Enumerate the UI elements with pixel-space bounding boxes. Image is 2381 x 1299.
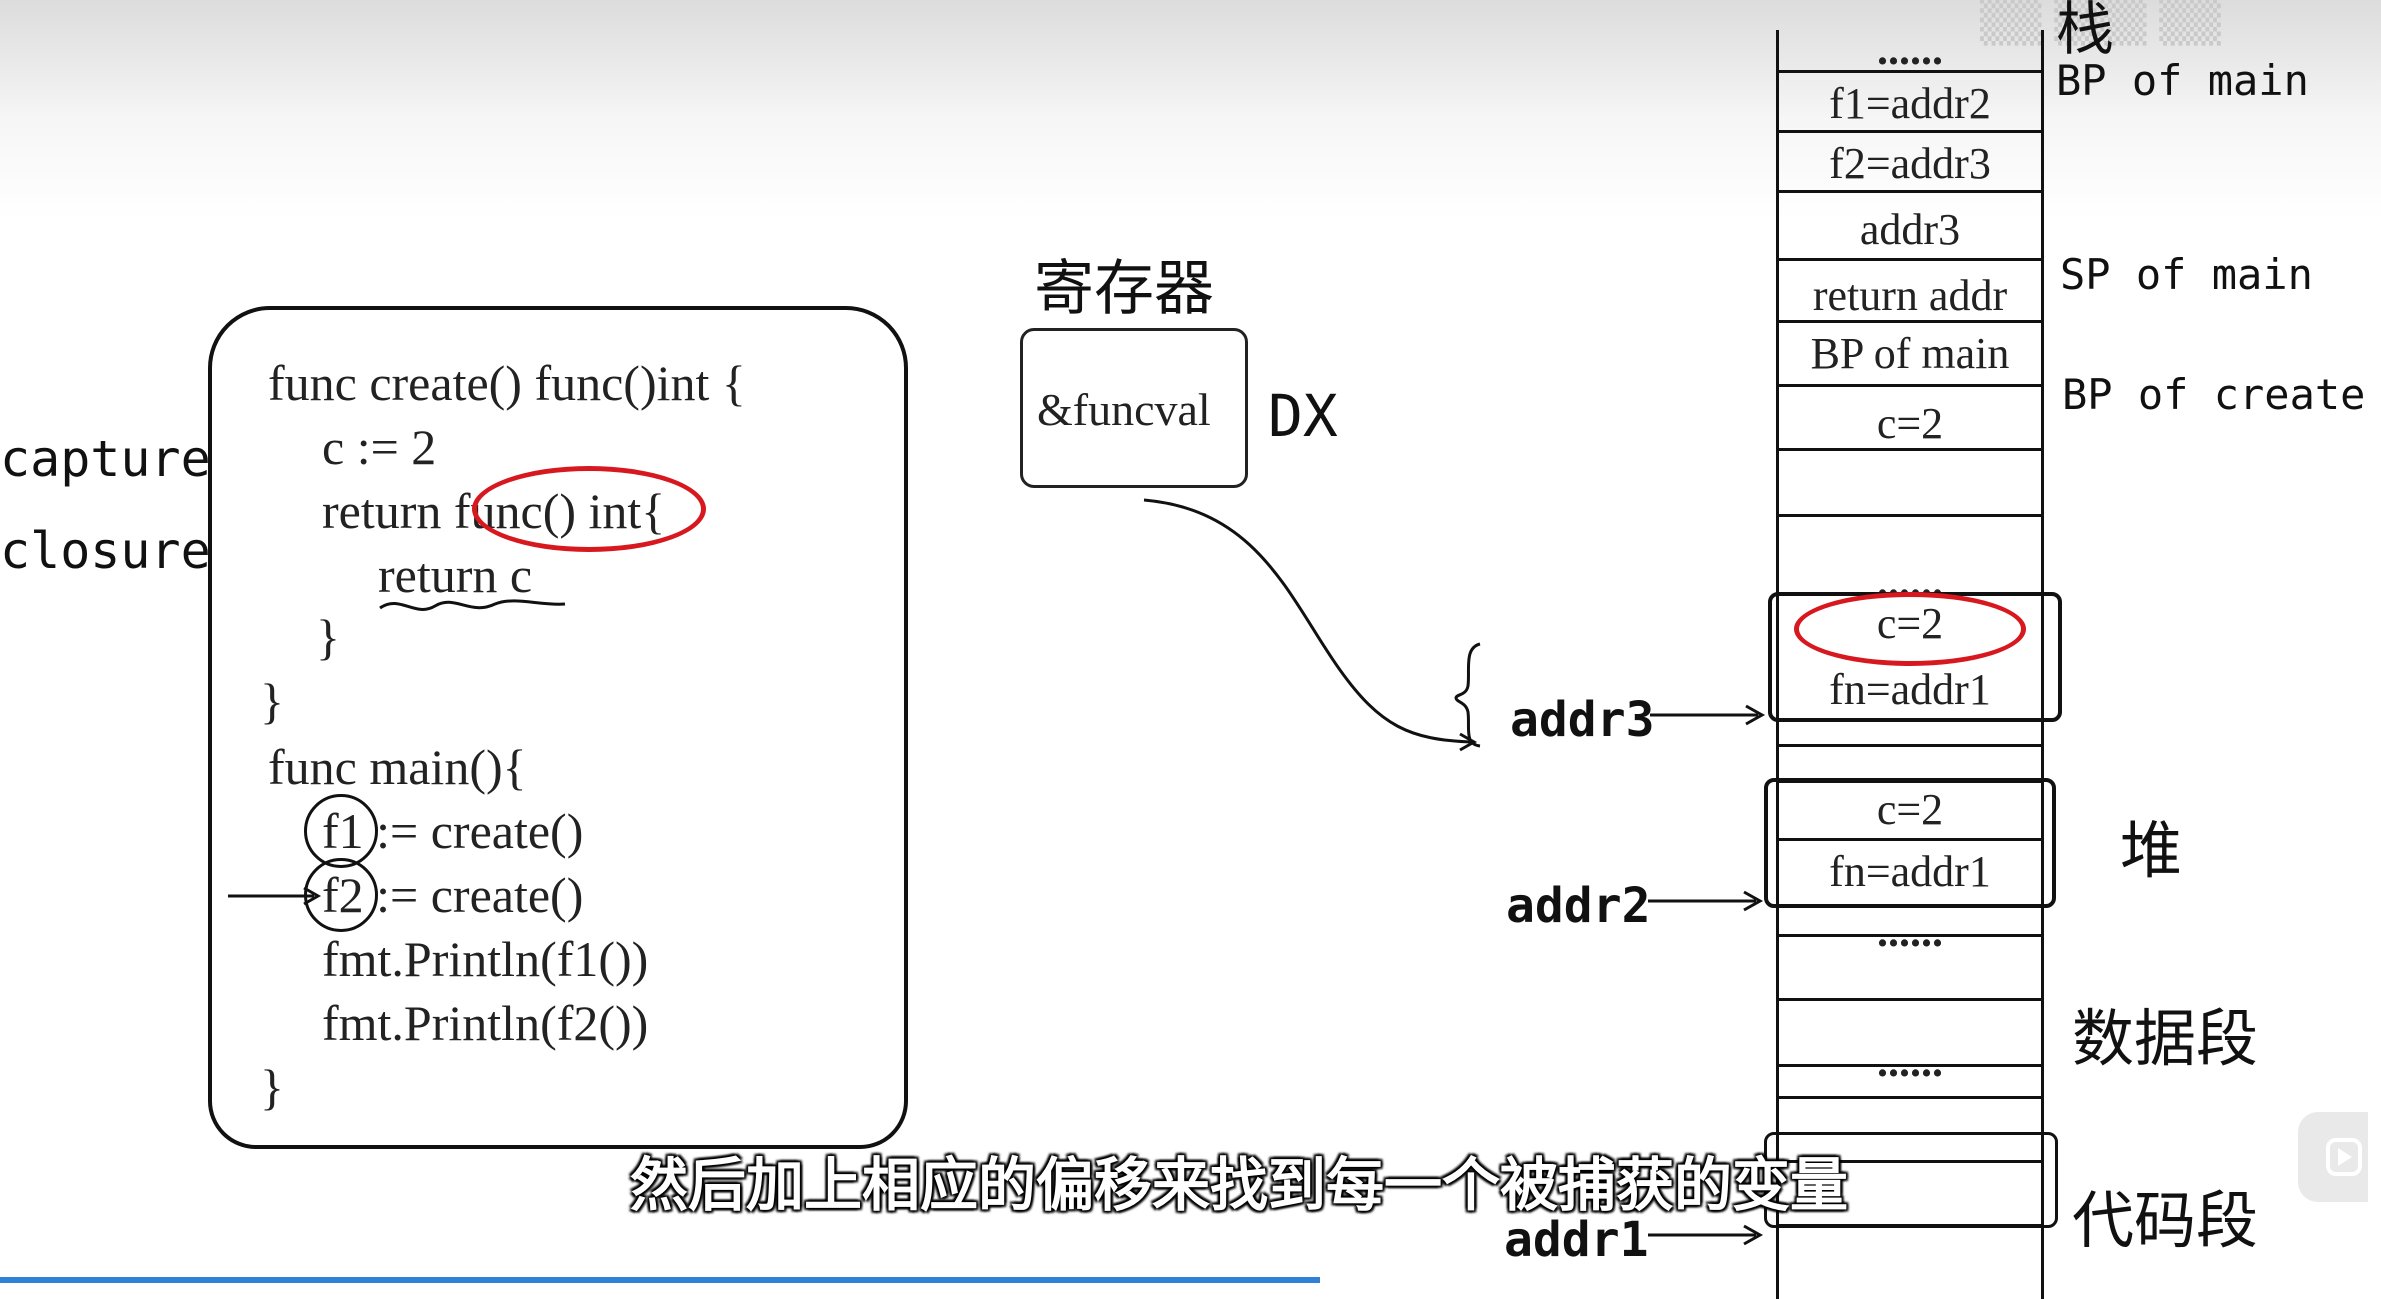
code-segment-label: 代码段	[2072, 1184, 2259, 1257]
stack-cell: f1=addr2	[1829, 79, 1991, 128]
code-line: c := 2	[322, 419, 437, 475]
code-line: }	[260, 673, 284, 729]
stack-cell: return addr	[1812, 271, 2008, 320]
f1-circle	[304, 794, 378, 868]
closure-label: closure	[0, 522, 211, 580]
register-pointer-curve	[1143, 498, 1478, 752]
play-button[interactable]	[2298, 1112, 2368, 1202]
data-segment-ellipsis: ......	[1877, 1037, 1943, 1086]
addr1-arrow	[1648, 1224, 1764, 1246]
code-line: fmt.Println(f1())	[322, 931, 649, 987]
stack-cell: f2=addr3	[1829, 139, 1991, 188]
bp-of-main-label: BP of main	[2056, 56, 2309, 105]
addr3-label: addr3	[1510, 692, 1655, 748]
addr2-label: addr2	[1506, 878, 1651, 934]
stack-cell: ......	[1877, 25, 1943, 74]
code-line: }	[260, 1059, 284, 1115]
register-title: 寄存器	[1034, 254, 1214, 324]
captured-var-highlight-ellipse	[1794, 592, 2026, 666]
curly-brace	[1454, 642, 1481, 748]
code-line: }	[316, 609, 340, 665]
data-segment-label: 数据段	[2072, 1002, 2259, 1075]
return-underline-squiggle	[379, 599, 566, 611]
subtitle-caption: 然后加上相应的偏移来找到每一个被捕获的变量	[630, 1151, 1849, 1219]
addr3-arrow	[1650, 704, 1766, 726]
f2-arrow	[228, 886, 322, 906]
bp-of-create-label: BP of create	[2062, 370, 2366, 419]
stack-cell: BP of main	[1810, 329, 2010, 378]
stack-cell: addr3	[1859, 205, 1961, 254]
addr2-arrow	[1648, 890, 1764, 912]
code-line: func create() func()int {	[268, 355, 746, 411]
func-highlight-ellipse	[472, 466, 706, 552]
capture-label: capture	[0, 430, 211, 488]
register-value: &funcval	[1037, 384, 1211, 435]
heap-ellipsis: ......	[1877, 907, 1943, 956]
code-box: func create() func()int { c := 2 return …	[208, 306, 908, 1149]
code-line: fmt.Println(f2())	[322, 995, 649, 1051]
sp-of-main-label: SP of main	[2060, 250, 2313, 299]
play-icon	[2326, 1138, 2362, 1176]
register-name: DX	[1268, 382, 1338, 450]
video-progress-bar[interactable]	[0, 1277, 1320, 1283]
heap-label: 堆	[2120, 814, 2183, 887]
heap-object2-box	[1764, 778, 2056, 908]
code-line: func main(){	[268, 739, 527, 795]
stack-cell: c=2	[1876, 399, 1944, 448]
register-box: &funcval	[1020, 328, 1248, 488]
